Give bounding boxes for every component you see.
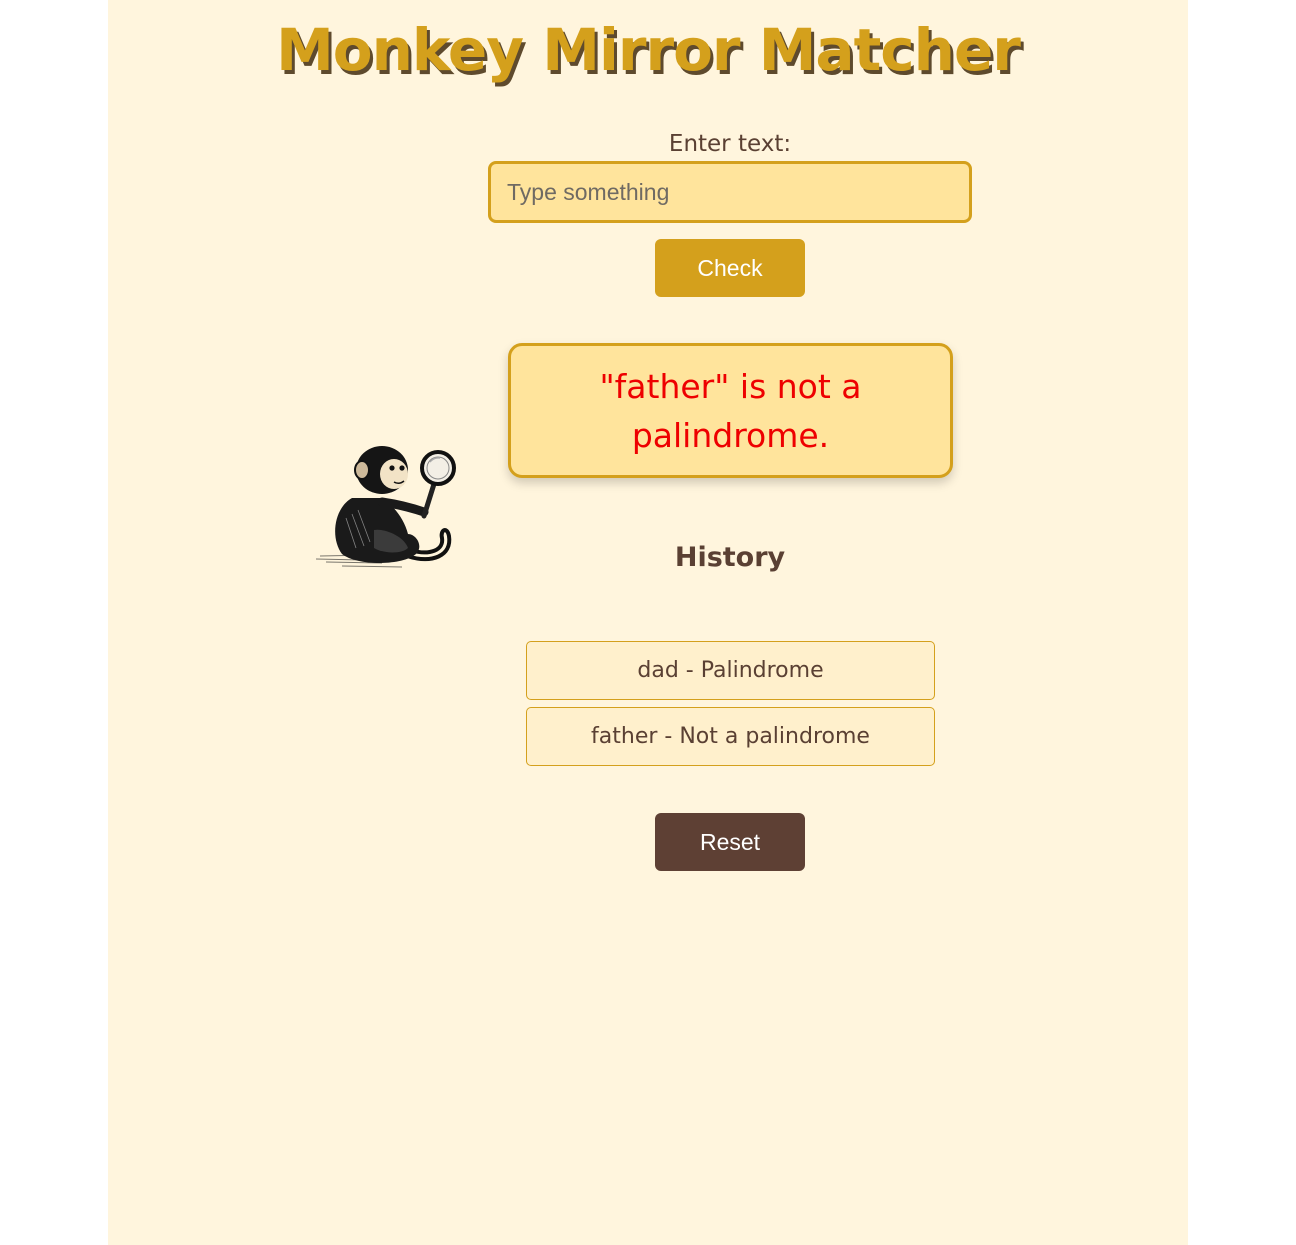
page-title: Monkey Mirror Matcher bbox=[276, 16, 1021, 84]
history-title: History bbox=[674, 542, 786, 573]
input-label: Enter text: bbox=[668, 131, 792, 157]
check-button[interactable]: Check bbox=[655, 239, 805, 297]
reset-button[interactable]: Reset bbox=[655, 813, 805, 871]
history-item: father - Not a palindrome bbox=[526, 707, 935, 766]
app-container: Monkey Mirror Matcher Enter text: Check bbox=[108, 0, 1188, 1245]
history-item: dad - Palindrome bbox=[526, 641, 935, 700]
text-input[interactable] bbox=[488, 161, 972, 223]
result-message: "father" is not a palindrome. bbox=[508, 343, 953, 478]
history-list: dad - Palindrome father - Not a palindro… bbox=[526, 641, 935, 773]
